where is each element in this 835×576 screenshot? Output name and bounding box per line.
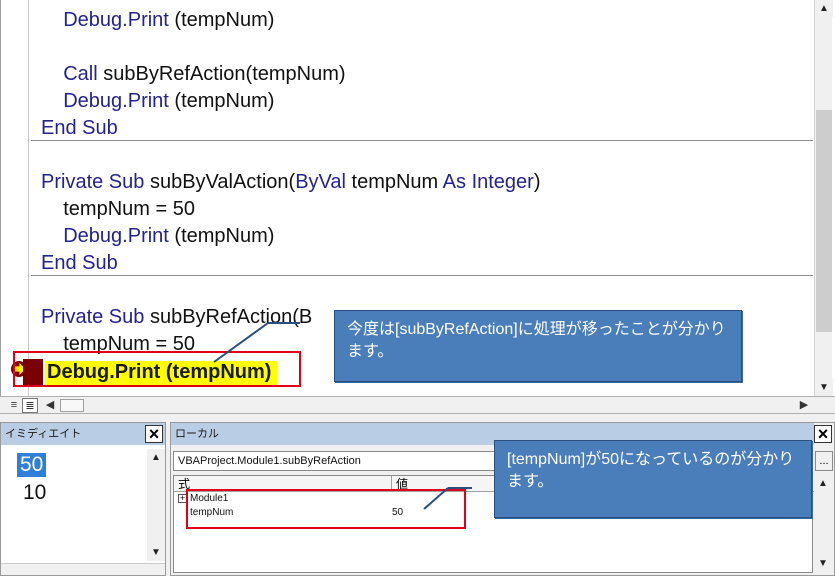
immediate-horizontal-scrollbar[interactable] [1, 563, 165, 575]
procedure-separator [31, 140, 813, 141]
code-text: tempNum = 50 [41, 198, 195, 220]
current-statement-annotation: Debug.Print (tempNum) [13, 351, 301, 387]
code-text: (tempNum) [168, 90, 275, 112]
locals-callout: [tempNum]が50になっているのが分かります。 [494, 440, 812, 518]
code-line[interactable]: Debug.Print (tempNum) [41, 8, 274, 32]
code-keyword: Debug.Print [63, 225, 169, 247]
code-keyword: ByVal [295, 171, 346, 193]
code-keyword: Private Sub [41, 171, 145, 193]
breakpoint-marker [23, 359, 43, 385]
code-text: subByValAction( [144, 171, 296, 193]
editor-callout: 今度は[subByRefAction]に処理が移ったことが分かります。 [334, 310, 742, 382]
editor-bottom-bar: ≡ ≣ ◀ ▶ [0, 396, 835, 414]
code-line[interactable]: Debug.Print (tempNum) [41, 89, 274, 113]
code-line[interactable]: Private Sub subByRefAction(B [41, 305, 312, 329]
code-line[interactable] [41, 35, 47, 59]
code-keyword: End Sub [41, 252, 118, 274]
code-line[interactable]: tempNum = 50 [41, 197, 195, 221]
locals-vertical-scrollbar[interactable]: ▲ ▼ [814, 475, 832, 573]
code-text: subByRefAction(B [144, 306, 313, 328]
code-line[interactable]: End Sub [41, 251, 118, 275]
scroll-up-button[interactable]: ▲ [814, 475, 832, 492]
close-icon[interactable]: × [814, 425, 832, 443]
scroll-thumb[interactable] [816, 110, 832, 332]
code-line[interactable] [41, 143, 47, 167]
procedure-view-icon[interactable]: ≡ [6, 398, 22, 413]
full-module-view-icon[interactable]: ≣ [22, 398, 38, 413]
code-line[interactable]: Call subByRefAction(tempNum) [41, 62, 346, 86]
code-line[interactable] [41, 278, 47, 302]
horizontal-scroll-thumb[interactable] [60, 399, 84, 412]
code-keyword: As Integer [442, 171, 534, 193]
close-icon[interactable]: × [145, 425, 163, 443]
scroll-down-button[interactable]: ▼ [815, 379, 833, 396]
code-text: tempNum [345, 171, 443, 193]
code-keyword: Private Sub [41, 306, 145, 328]
code-keyword: End Sub [41, 117, 118, 139]
immediate-output-line[interactable]: 50 [17, 453, 47, 477]
current-statement-text: Debug.Print (tempNum) [47, 361, 272, 383]
scroll-up-button[interactable]: ▲ [147, 449, 165, 466]
editor-margin[interactable] [7, 0, 29, 396]
immediate-output-line[interactable]: 10 [23, 481, 46, 505]
scroll-left-button[interactable]: ◀ [42, 398, 58, 413]
code-keyword: Debug.Print [63, 9, 169, 31]
code-line[interactable]: Private Sub subByValAction(ByVal tempNum… [41, 170, 541, 194]
scroll-down-button[interactable]: ▼ [147, 544, 165, 561]
procedure-separator [31, 275, 813, 276]
scroll-down-button[interactable]: ▼ [814, 555, 832, 572]
immediate-window[interactable]: イミディエイト × 50 10 ▲ ▼ [0, 422, 166, 576]
code-text: (tempNum) [168, 9, 275, 31]
scroll-up-button[interactable]: ▲ [815, 0, 833, 17]
code-line[interactable]: Debug.Print (tempNum) [41, 224, 274, 248]
code-keyword: Debug.Print [63, 90, 169, 112]
code-line[interactable]: End Sub [41, 116, 118, 140]
immediate-title: イミディエイト [1, 423, 165, 445]
editor-vertical-scrollbar[interactable]: ▲ ▼ [814, 0, 833, 396]
code-text: subByRefAction(tempNum) [97, 63, 346, 85]
locals-row-annotation [186, 489, 466, 529]
code-text: ) [533, 171, 541, 193]
code-text: (tempNum) [168, 225, 275, 247]
immediate-vertical-scrollbar[interactable]: ▲ ▼ [147, 449, 165, 561]
call-stack-button[interactable]: ... [815, 451, 833, 471]
scroll-right-button[interactable]: ▶ [796, 398, 812, 413]
code-keyword: Call [63, 63, 98, 85]
